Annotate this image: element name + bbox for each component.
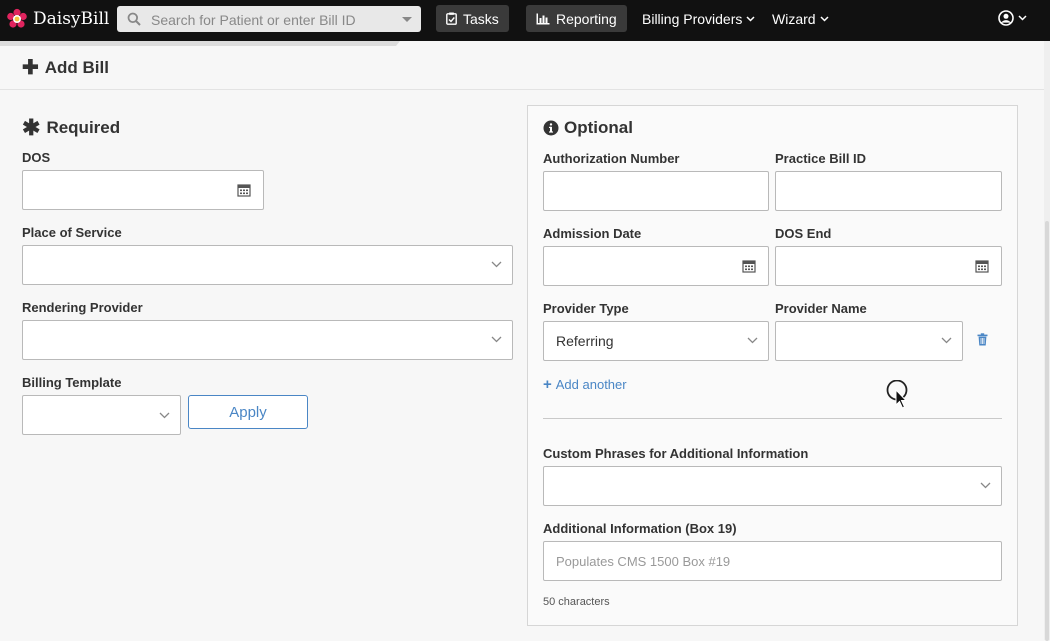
wizard-label: Wizard [772,11,816,27]
required-section-title: ✱ Required [22,117,120,139]
billing-template-select[interactable] [22,395,181,435]
optional-section-title: Optional [543,118,633,138]
custom-phrases-label: Custom Phrases for Additional Informatio… [543,446,809,461]
search-placeholder: Search for Patient or enter Bill ID [151,12,356,28]
tasks-label: Tasks [463,10,499,27]
chevron-down-icon [820,16,829,22]
add-another-label: Add another [555,377,627,392]
mouse-cursor-icon [886,380,908,409]
billing-providers-menu[interactable]: Billing Providers [642,11,755,27]
reporting-label: Reporting [556,10,617,27]
wizard-menu[interactable]: Wizard [772,11,829,27]
top-navbar: DaisyBill Search for Patient or enter Bi… [0,0,1050,41]
additional-info-label: Additional Information (Box 19) [543,521,737,536]
loading-bar [0,41,400,46]
chevron-down-icon [491,336,502,343]
reporting-button[interactable]: Reporting [526,5,627,32]
plus-icon: ✚ [22,57,39,79]
patient-search-input[interactable]: Search for Patient or enter Bill ID [117,6,421,32]
authorization-number-label: Authorization Number [543,151,680,166]
admission-date-input[interactable] [543,246,769,286]
dos-end-date-input[interactable] [775,246,1002,286]
chevron-down-icon [1018,15,1027,21]
provider-name-select[interactable] [775,321,963,361]
custom-phrases-select[interactable] [543,466,1002,506]
user-circle-icon [998,10,1014,26]
brand-name: DaisyBill [33,9,110,29]
calendar-icon [742,260,756,273]
dos-label: DOS [22,150,51,165]
billing-template-label: Billing Template [22,375,122,390]
tasks-button[interactable]: Tasks [436,5,509,32]
dos-end-label: DOS End [775,226,832,241]
apply-template-button[interactable]: Apply [188,395,308,429]
additional-info-input[interactable]: Populates CMS 1500 Box #19 [543,541,1002,581]
brand-logo[interactable]: DaisyBill [6,7,109,31]
practice-bill-id-label: Practice Bill ID [775,151,867,166]
provider-type-label: Provider Type [543,301,629,316]
scrollbar-track[interactable] [1044,41,1050,641]
info-circle-icon [543,120,559,136]
optional-title-text: Optional [564,118,633,137]
caret-down-icon [402,17,412,22]
optional-divider [543,418,1002,419]
scrollbar-thumb[interactable] [1045,221,1049,641]
trash-icon[interactable] [977,333,988,346]
chevron-down-icon [980,482,991,489]
rendering-provider-label: Rendering Provider [22,300,143,315]
chevron-down-icon [159,412,170,419]
provider-name-label: Provider Name [775,301,867,316]
place-of-service-select[interactable] [22,245,513,285]
place-of-service-label: Place of Service [22,225,122,240]
provider-type-select[interactable]: Referring [543,321,769,361]
calendar-icon [975,260,989,273]
chevron-down-icon [746,16,755,22]
chevron-down-icon [491,261,502,268]
daisy-flower-icon [7,8,27,28]
calendar-icon [237,184,251,197]
admission-date-label: Admission Date [543,226,642,241]
practice-bill-id-input[interactable] [775,171,1002,211]
user-account-menu[interactable] [998,10,1027,26]
bar-chart-icon [536,13,550,24]
chevron-down-icon [747,337,758,344]
required-title-text: Required [46,118,121,137]
plus-icon: + [543,376,552,393]
billing-providers-label: Billing Providers [642,11,743,27]
page-title: ✚ Add Bill [22,58,109,78]
clipboard-check-icon [446,12,457,25]
rendering-provider-select[interactable] [22,320,513,360]
search-icon [127,12,141,26]
next-section-label-fragment [22,634,36,640]
chevron-down-icon [941,337,952,344]
provider-type-value: Referring [556,333,614,349]
dos-date-input[interactable] [22,170,264,210]
character-count: 50 characters [543,596,610,608]
authorization-number-input[interactable] [543,171,769,211]
header-divider [0,89,1044,90]
page-title-text: Add Bill [44,58,109,77]
add-another-provider-link[interactable]: + Add another [543,376,627,393]
additional-info-placeholder: Populates CMS 1500 Box #19 [556,554,731,569]
asterisk-icon: ✱ [22,115,41,140]
